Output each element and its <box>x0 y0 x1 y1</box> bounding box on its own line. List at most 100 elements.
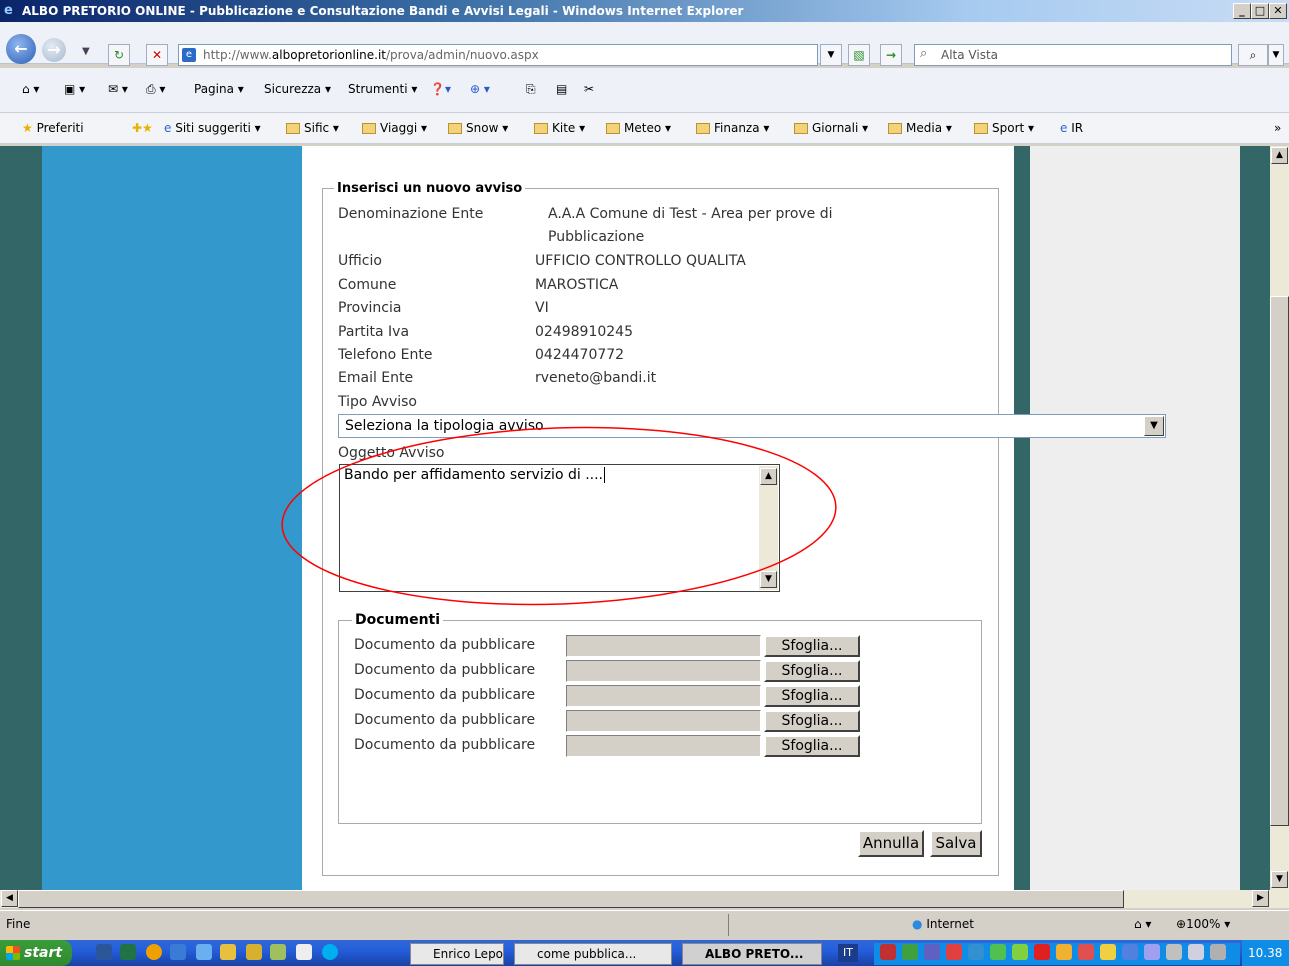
language-indicator[interactable]: IT <box>838 944 858 962</box>
ie-logo-icon: e <box>4 3 13 18</box>
fav-kite[interactable]: Kite ▾ <box>534 120 585 136</box>
horizontal-scroll-thumb[interactable] <box>18 890 1124 908</box>
window-title-bar[interactable]: ALBO PRETORIO ONLINE - Pubblicazione e C… <box>0 0 1289 22</box>
protected-mode-icon[interactable]: ⌂ ▾ <box>1134 917 1151 931</box>
scroll-up-icon[interactable]: ▲ <box>1271 147 1288 164</box>
copy-icon[interactable]: ⎘ <box>526 82 536 97</box>
document-file-input[interactable] <box>566 735 761 757</box>
tray-icon[interactable] <box>1188 944 1204 960</box>
fav-meteo[interactable]: Meteo ▾ <box>606 120 671 136</box>
fav-ir[interactable]: e IR <box>1060 120 1083 136</box>
address-dropdown-icon[interactable]: ▼ <box>820 44 842 66</box>
feeds-icon[interactable]: ▣ ▾ <box>64 82 85 96</box>
back-button[interactable]: ← <box>6 34 36 64</box>
history-dropdown-icon[interactable]: ▼ <box>82 46 90 57</box>
scroll-right-icon[interactable]: ▶ <box>1252 890 1269 907</box>
fav-giornali[interactable]: Giornali ▾ <box>794 120 868 136</box>
app-icon[interactable] <box>170 944 186 960</box>
compatibility-icon[interactable]: ▧ <box>848 44 870 66</box>
zoom-control[interactable]: ⊕100% ▾ <box>1176 917 1230 931</box>
search-options-icon[interactable]: ▼ <box>1268 44 1284 66</box>
cancel-button[interactable]: Annulla <box>858 830 924 857</box>
tray-icon[interactable] <box>990 944 1006 960</box>
tray-icon[interactable] <box>1034 944 1050 960</box>
fav-snow[interactable]: Snow ▾ <box>448 120 508 136</box>
browse-button[interactable]: Sfoglia... <box>764 685 860 707</box>
help-icon[interactable]: ❓▾ <box>430 82 451 96</box>
tray-icon[interactable] <box>968 944 984 960</box>
fav-label: Giornali ▾ <box>812 121 869 135</box>
minimize-button[interactable]: _ <box>1233 3 1251 19</box>
browse-button[interactable]: Sfoglia... <box>764 635 860 657</box>
search-button[interactable]: ⌕ <box>1238 44 1268 66</box>
word-icon[interactable] <box>96 944 112 960</box>
task-button[interactable]: Enrico Lepora... <box>410 943 504 965</box>
tray-icon[interactable] <box>1210 944 1226 960</box>
address-bar[interactable]: http://www.albopretorionline.it/prova/ad… <box>178 44 818 66</box>
tray-icon[interactable] <box>880 944 896 960</box>
tray-icon[interactable] <box>1166 944 1182 960</box>
scroll-down-icon[interactable]: ▼ <box>1271 871 1288 888</box>
document-file-input[interactable] <box>566 685 761 707</box>
excel-icon[interactable] <box>120 944 136 960</box>
ie-icon[interactable] <box>196 944 212 960</box>
security-menu[interactable]: Sicurezza ▾ <box>264 82 331 96</box>
research-icon[interactable]: ⊕ ▾ <box>470 82 490 96</box>
tray-icon[interactable] <box>1144 944 1160 960</box>
fav-finanza[interactable]: Finanza ▾ <box>696 120 769 136</box>
document-file-input[interactable] <box>566 660 761 682</box>
clipboard-icon[interactable]: ▤ <box>556 82 567 96</box>
fav-sific[interactable]: Sific ▾ <box>286 120 339 136</box>
add-favorite-icon[interactable]: ✚★ <box>132 120 153 136</box>
tray-icon[interactable] <box>1056 944 1072 960</box>
document-file-input[interactable] <box>566 710 761 732</box>
print-icon[interactable]: ⎙ ▾ <box>146 82 165 97</box>
tray-icon[interactable] <box>1078 944 1094 960</box>
tray-icon[interactable] <box>946 944 962 960</box>
fav-sport[interactable]: Sport ▾ <box>974 120 1034 136</box>
browse-button[interactable]: Sfoglia... <box>764 735 860 757</box>
tray-icon[interactable] <box>902 944 918 960</box>
app-icon[interactable] <box>270 944 286 960</box>
favorites-more-button[interactable]: » <box>1274 120 1281 136</box>
cut-icon[interactable]: ✂ <box>584 82 594 96</box>
search-input[interactable]: Alta Vista <box>914 44 1232 66</box>
fav-label: Kite ▾ <box>552 121 586 135</box>
refresh-button[interactable]: ↻ <box>108 44 130 66</box>
chevron-down-icon[interactable]: ▼ <box>1144 416 1164 436</box>
browse-button[interactable]: Sfoglia... <box>764 710 860 732</box>
skype-icon[interactable] <box>322 944 338 960</box>
tray-icon[interactable] <box>1122 944 1138 960</box>
desktop-icon[interactable] <box>296 944 312 960</box>
forward-button[interactable]: → <box>42 38 66 62</box>
folder-icon[interactable] <box>246 944 262 960</box>
task-button[interactable]: come pubblica... <box>514 943 672 965</box>
mail-icon[interactable]: ✉ ▾ <box>108 82 128 96</box>
task-button-active[interactable]: ALBO PRETO... <box>682 943 822 965</box>
close-button[interactable]: ✕ <box>1269 3 1287 19</box>
field-value: UFFICIO CONTROLLO QUALITA <box>535 253 746 269</box>
tray-icon[interactable] <box>924 944 940 960</box>
clock[interactable]: 10.38 <box>1242 940 1289 966</box>
maximize-button[interactable]: □ <box>1251 3 1269 19</box>
status-bar <box>0 910 1289 938</box>
page-menu[interactable]: Pagina ▾ <box>194 82 244 96</box>
browse-button[interactable]: Sfoglia... <box>764 660 860 682</box>
fav-viaggi[interactable]: Viaggi ▾ <box>362 120 427 136</box>
save-button[interactable]: Salva <box>930 830 982 857</box>
favorites-button[interactable]: ★ Preferiti <box>22 120 84 136</box>
folder-icon <box>888 123 902 134</box>
app-icon[interactable] <box>146 944 162 960</box>
stop-button[interactable]: ✕ <box>146 44 168 66</box>
tray-icon[interactable] <box>1012 944 1028 960</box>
folder-icon[interactable] <box>220 944 236 960</box>
vertical-scroll-thumb[interactable] <box>1270 296 1289 826</box>
fav-media[interactable]: Media ▾ <box>888 120 952 136</box>
document-file-input[interactable] <box>566 635 761 657</box>
go-button[interactable]: → <box>880 44 902 66</box>
fav-siti-suggeriti[interactable]: e Siti suggeriti ▾ <box>164 120 261 136</box>
home-icon[interactable]: ⌂ ▾ <box>22 82 39 96</box>
tray-icon[interactable] <box>1100 944 1116 960</box>
scroll-left-icon[interactable]: ◀ <box>1 890 18 907</box>
tools-menu[interactable]: Strumenti ▾ <box>348 82 417 96</box>
